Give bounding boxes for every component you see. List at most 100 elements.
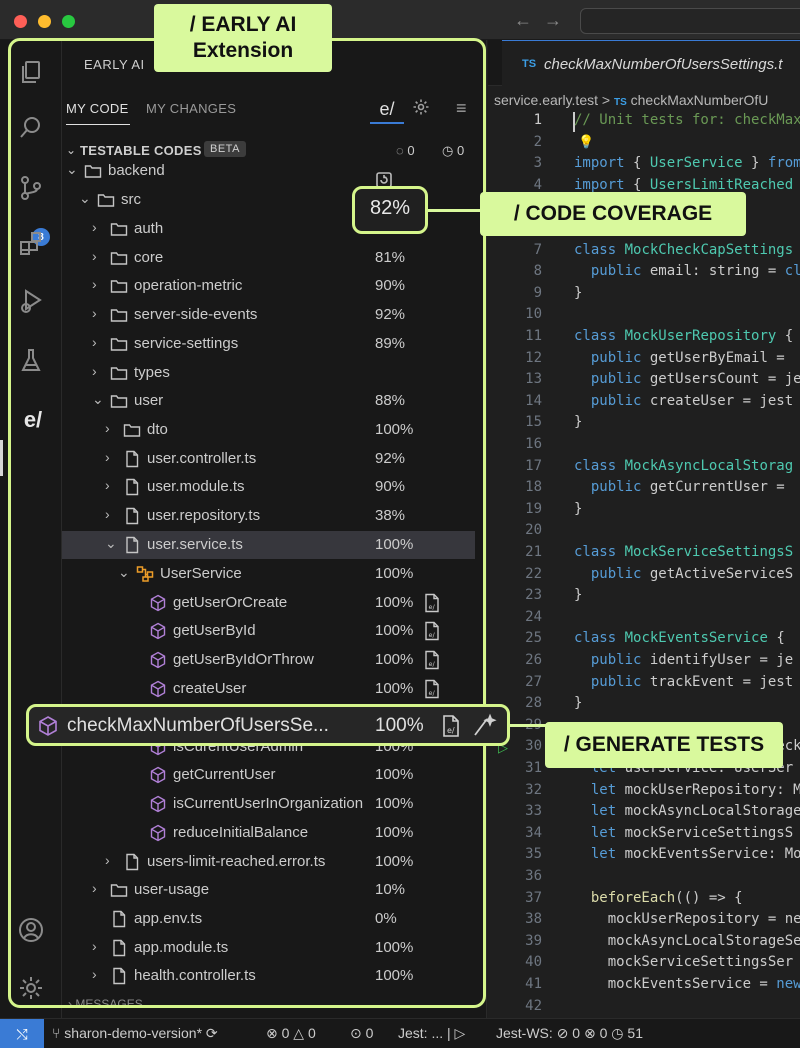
- vscode-window: ← → 8 e/ EARLY AI MY CODE MY CHANGES e/ …: [0, 0, 800, 1048]
- generate-connector: [510, 724, 546, 727]
- line-number: 14: [525, 392, 542, 409]
- line-number: 1: [533, 112, 542, 128]
- line-number: 31: [525, 760, 542, 776]
- editor-tab-bar: TS checkMaxNumberOfUsersSettings.t: [488, 40, 800, 86]
- editor-tab-active[interactable]: TS checkMaxNumberOfUsersSettings.t: [502, 40, 800, 86]
- code-text: // Unit tests for: checkMax: [574, 112, 800, 128]
- ts-file-icon: TS: [613, 97, 627, 108]
- line-number: 27: [525, 673, 542, 690]
- back-arrow-icon[interactable]: ←: [514, 10, 532, 31]
- ports-status[interactable]: ⊙ 0: [350, 1025, 373, 1042]
- line-number: 20: [525, 522, 542, 539]
- test-file-icon[interactable]: e/: [439, 714, 463, 738]
- code-text: public identifyUser = je: [590, 652, 794, 668]
- code-text: }: [574, 695, 583, 712]
- line-number: 13: [525, 371, 542, 388]
- extension-highlight-frame: [8, 38, 486, 1008]
- code-text: public getActiveServiceS: [590, 565, 794, 582]
- code-text: mockAsyncLocalStorageSe: [574, 932, 800, 949]
- code-text: import { UsersLimitReached: [574, 176, 794, 193]
- line-number: 17: [525, 457, 542, 474]
- minimize-window-button[interactable]: [38, 15, 51, 28]
- line-number: 24: [525, 608, 542, 625]
- code-text: mockEventsService = new: [574, 976, 800, 992]
- code-text: let mockEventsService: Mo: [590, 846, 800, 863]
- line-number: 3: [533, 155, 542, 172]
- code-text: beforeEach(() => {: [590, 889, 743, 906]
- code-text: class MockCheckCapSettings: [574, 241, 794, 258]
- coverage-connector: [428, 209, 480, 212]
- line-number: 15: [525, 414, 542, 431]
- line-number: 22: [525, 565, 542, 582]
- line-number: 4: [533, 176, 542, 193]
- code-text: let mockUserRepository: M: [590, 781, 800, 798]
- line-number: 9: [533, 284, 542, 301]
- maximize-window-button[interactable]: [62, 15, 75, 28]
- line-number: 2: [533, 133, 542, 150]
- forward-arrow-icon[interactable]: →: [544, 10, 562, 31]
- command-center-search[interactable]: [580, 8, 800, 34]
- callout-code-coverage: / CODE COVERAGE: [480, 192, 746, 236]
- close-window-button[interactable]: [14, 15, 27, 28]
- code-text: public getCurrentUser =: [590, 479, 794, 496]
- method-cube-icon: [39, 716, 57, 736]
- lightbulb-icon[interactable]: 💡: [578, 134, 594, 150]
- line-number: 28: [525, 695, 542, 712]
- line-number: 36: [525, 868, 542, 884]
- line-number: 16: [525, 436, 542, 452]
- line-number: 40: [525, 954, 542, 971]
- code-text: let mockServiceSettingsS: [590, 824, 794, 841]
- code-text: public getUserByEmail =: [590, 349, 794, 366]
- code-text: }: [574, 500, 583, 517]
- method-label: checkMaxNumberOfUsersSe...: [67, 715, 329, 736]
- code-text: import { UserService } from: [574, 155, 800, 172]
- code-text: public createUser = jest: [590, 392, 794, 409]
- line-number: 26: [525, 652, 542, 668]
- editor-tab-title: checkMaxNumberOfUsersSettings.t: [544, 56, 783, 73]
- problems-status[interactable]: ⊗ 0 △ 0: [266, 1025, 316, 1042]
- code-editor: TS checkMaxNumberOfUsersSettings.t servi…: [488, 40, 800, 1018]
- generate-tests-highlight-row[interactable]: checkMaxNumberOfUsersSe... 100% e/: [26, 704, 510, 746]
- line-number: 8: [533, 263, 542, 280]
- line-number: 18: [525, 479, 542, 496]
- line-number: 19: [525, 500, 542, 517]
- ts-file-icon: TS: [522, 58, 537, 70]
- active-view-indicator: [0, 440, 3, 476]
- code-text: class MockEventsService {: [574, 630, 785, 647]
- line-number: 42: [525, 997, 542, 1014]
- jest-ws-status[interactable]: Jest-WS: ⊘ 0 ⊗ 0 ◷ 51: [496, 1025, 643, 1042]
- line-number: 12: [525, 349, 542, 366]
- text-cursor: [573, 112, 575, 132]
- code-text: public trackEvent = jest: [590, 673, 794, 690]
- line-number: 7: [533, 241, 542, 258]
- line-number: 37: [525, 889, 542, 906]
- coverage-value: 82%: [369, 197, 411, 219]
- code-text: let mockAsyncLocalStorage: [590, 803, 800, 820]
- status-bar: ⤭ ⑂ sharon-demo-version* ⟳ ⊗ 0 △ 0 ⊙ 0 J…: [0, 1018, 800, 1048]
- branch-status[interactable]: ⑂ sharon-demo-version* ⟳: [52, 1025, 218, 1042]
- line-number: 33: [525, 803, 542, 820]
- code-text: public getUsersCount = je: [590, 371, 800, 388]
- code-text: }: [574, 587, 583, 604]
- breadcrumb[interactable]: service.early.test > TS checkMaxNumberOf…: [494, 92, 768, 108]
- line-number: 11: [525, 328, 542, 344]
- line-number: 39: [525, 932, 542, 949]
- generate-tests-sparkle-icon[interactable]: [471, 713, 497, 739]
- line-number: 30: [525, 738, 542, 755]
- remote-indicator-icon[interactable]: ⤭: [0, 1019, 44, 1048]
- code-text: }: [574, 284, 583, 301]
- svg-text:e/: e/: [447, 726, 455, 735]
- callout-generate-tests: / GENERATE TESTS: [545, 722, 783, 768]
- line-number: 41: [525, 976, 542, 992]
- code-text: mockUserRepository = ne: [574, 911, 800, 928]
- jest-status[interactable]: Jest: ... | ▷: [398, 1025, 465, 1042]
- line-number: 23: [525, 587, 542, 604]
- method-coverage: 100%: [375, 715, 424, 736]
- callout-extension: / EARLY AI Extension: [154, 4, 332, 72]
- code-text: class MockServiceSettingsS: [574, 544, 794, 560]
- code-text: }: [574, 414, 583, 431]
- title-bar: ← →: [0, 0, 800, 40]
- code-text: mockServiceSettingsSer: [574, 954, 794, 971]
- line-number: 35: [525, 846, 542, 863]
- line-number: 10: [525, 306, 542, 323]
